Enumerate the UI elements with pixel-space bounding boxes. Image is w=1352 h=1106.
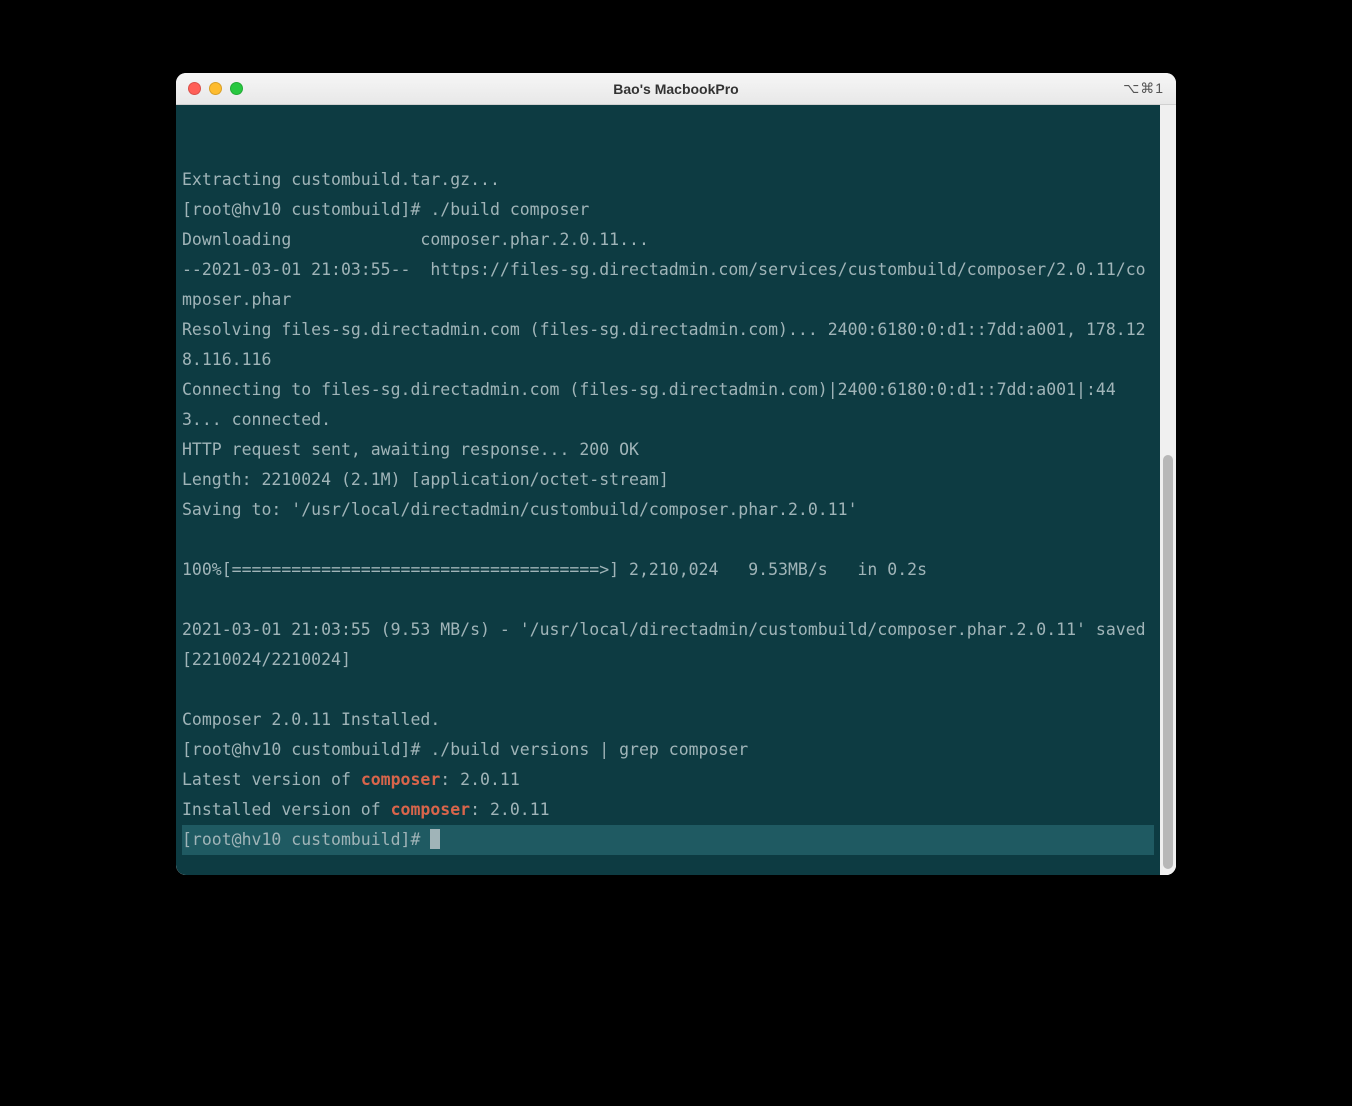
window-title: Bao's MacbookPro bbox=[176, 81, 1176, 97]
terminal-line: [root@hv10 custombuild]# ./build version… bbox=[182, 735, 1154, 765]
terminal-line: 2021-03-01 21:03:55 (9.53 MB/s) - '/usr/… bbox=[182, 615, 1154, 675]
terminal-output[interactable]: Extracting custombuild.tar.gz...[root@hv… bbox=[176, 105, 1160, 875]
terminal-line bbox=[182, 525, 1154, 555]
window-shortcut-label: ⌥⌘1 bbox=[1123, 80, 1164, 97]
minimize-icon[interactable] bbox=[209, 82, 222, 95]
terminal-line: Composer 2.0.11 Installed. bbox=[182, 705, 1154, 735]
terminal-line: Downloading composer.phar.2.0.11... bbox=[182, 225, 1154, 255]
terminal-line: 100%[===================================… bbox=[182, 555, 1154, 585]
scrollbar-track[interactable] bbox=[1160, 105, 1176, 875]
terminal-line: Length: 2210024 (2.1M) [application/octe… bbox=[182, 465, 1154, 495]
terminal-line: [root@hv10 custombuild]# ./build compose… bbox=[182, 195, 1154, 225]
grep-match: composer bbox=[361, 770, 440, 789]
terminal-window: Bao's MacbookPro ⌥⌘1 Extracting custombu… bbox=[176, 73, 1176, 875]
terminal-line: HTTP request sent, awaiting response... … bbox=[182, 435, 1154, 465]
terminal-line: Extracting custombuild.tar.gz... bbox=[182, 165, 1154, 195]
terminal-line: Saving to: '/usr/local/directadmin/custo… bbox=[182, 495, 1154, 525]
grep-match: composer bbox=[391, 800, 470, 819]
terminal-line: --2021-03-01 21:03:55-- https://files-sg… bbox=[182, 255, 1154, 315]
terminal-line: Installed version of composer: 2.0.11 bbox=[182, 795, 1154, 825]
terminal-line: Connecting to files-sg.directadmin.com (… bbox=[182, 375, 1154, 435]
traffic-lights bbox=[188, 82, 243, 95]
cursor-icon bbox=[430, 829, 440, 849]
zoom-icon[interactable] bbox=[230, 82, 243, 95]
terminal-line: Resolving files-sg.directadmin.com (file… bbox=[182, 315, 1154, 375]
prompt-line[interactable]: [root@hv10 custombuild]# bbox=[182, 825, 1154, 855]
titlebar[interactable]: Bao's MacbookPro ⌥⌘1 bbox=[176, 73, 1176, 105]
terminal-line bbox=[182, 585, 1154, 615]
scrollbar-thumb[interactable] bbox=[1163, 455, 1173, 869]
terminal-line: Latest version of composer: 2.0.11 bbox=[182, 765, 1154, 795]
terminal-wrap: Extracting custombuild.tar.gz...[root@hv… bbox=[176, 105, 1176, 875]
close-icon[interactable] bbox=[188, 82, 201, 95]
terminal-line bbox=[182, 675, 1154, 705]
